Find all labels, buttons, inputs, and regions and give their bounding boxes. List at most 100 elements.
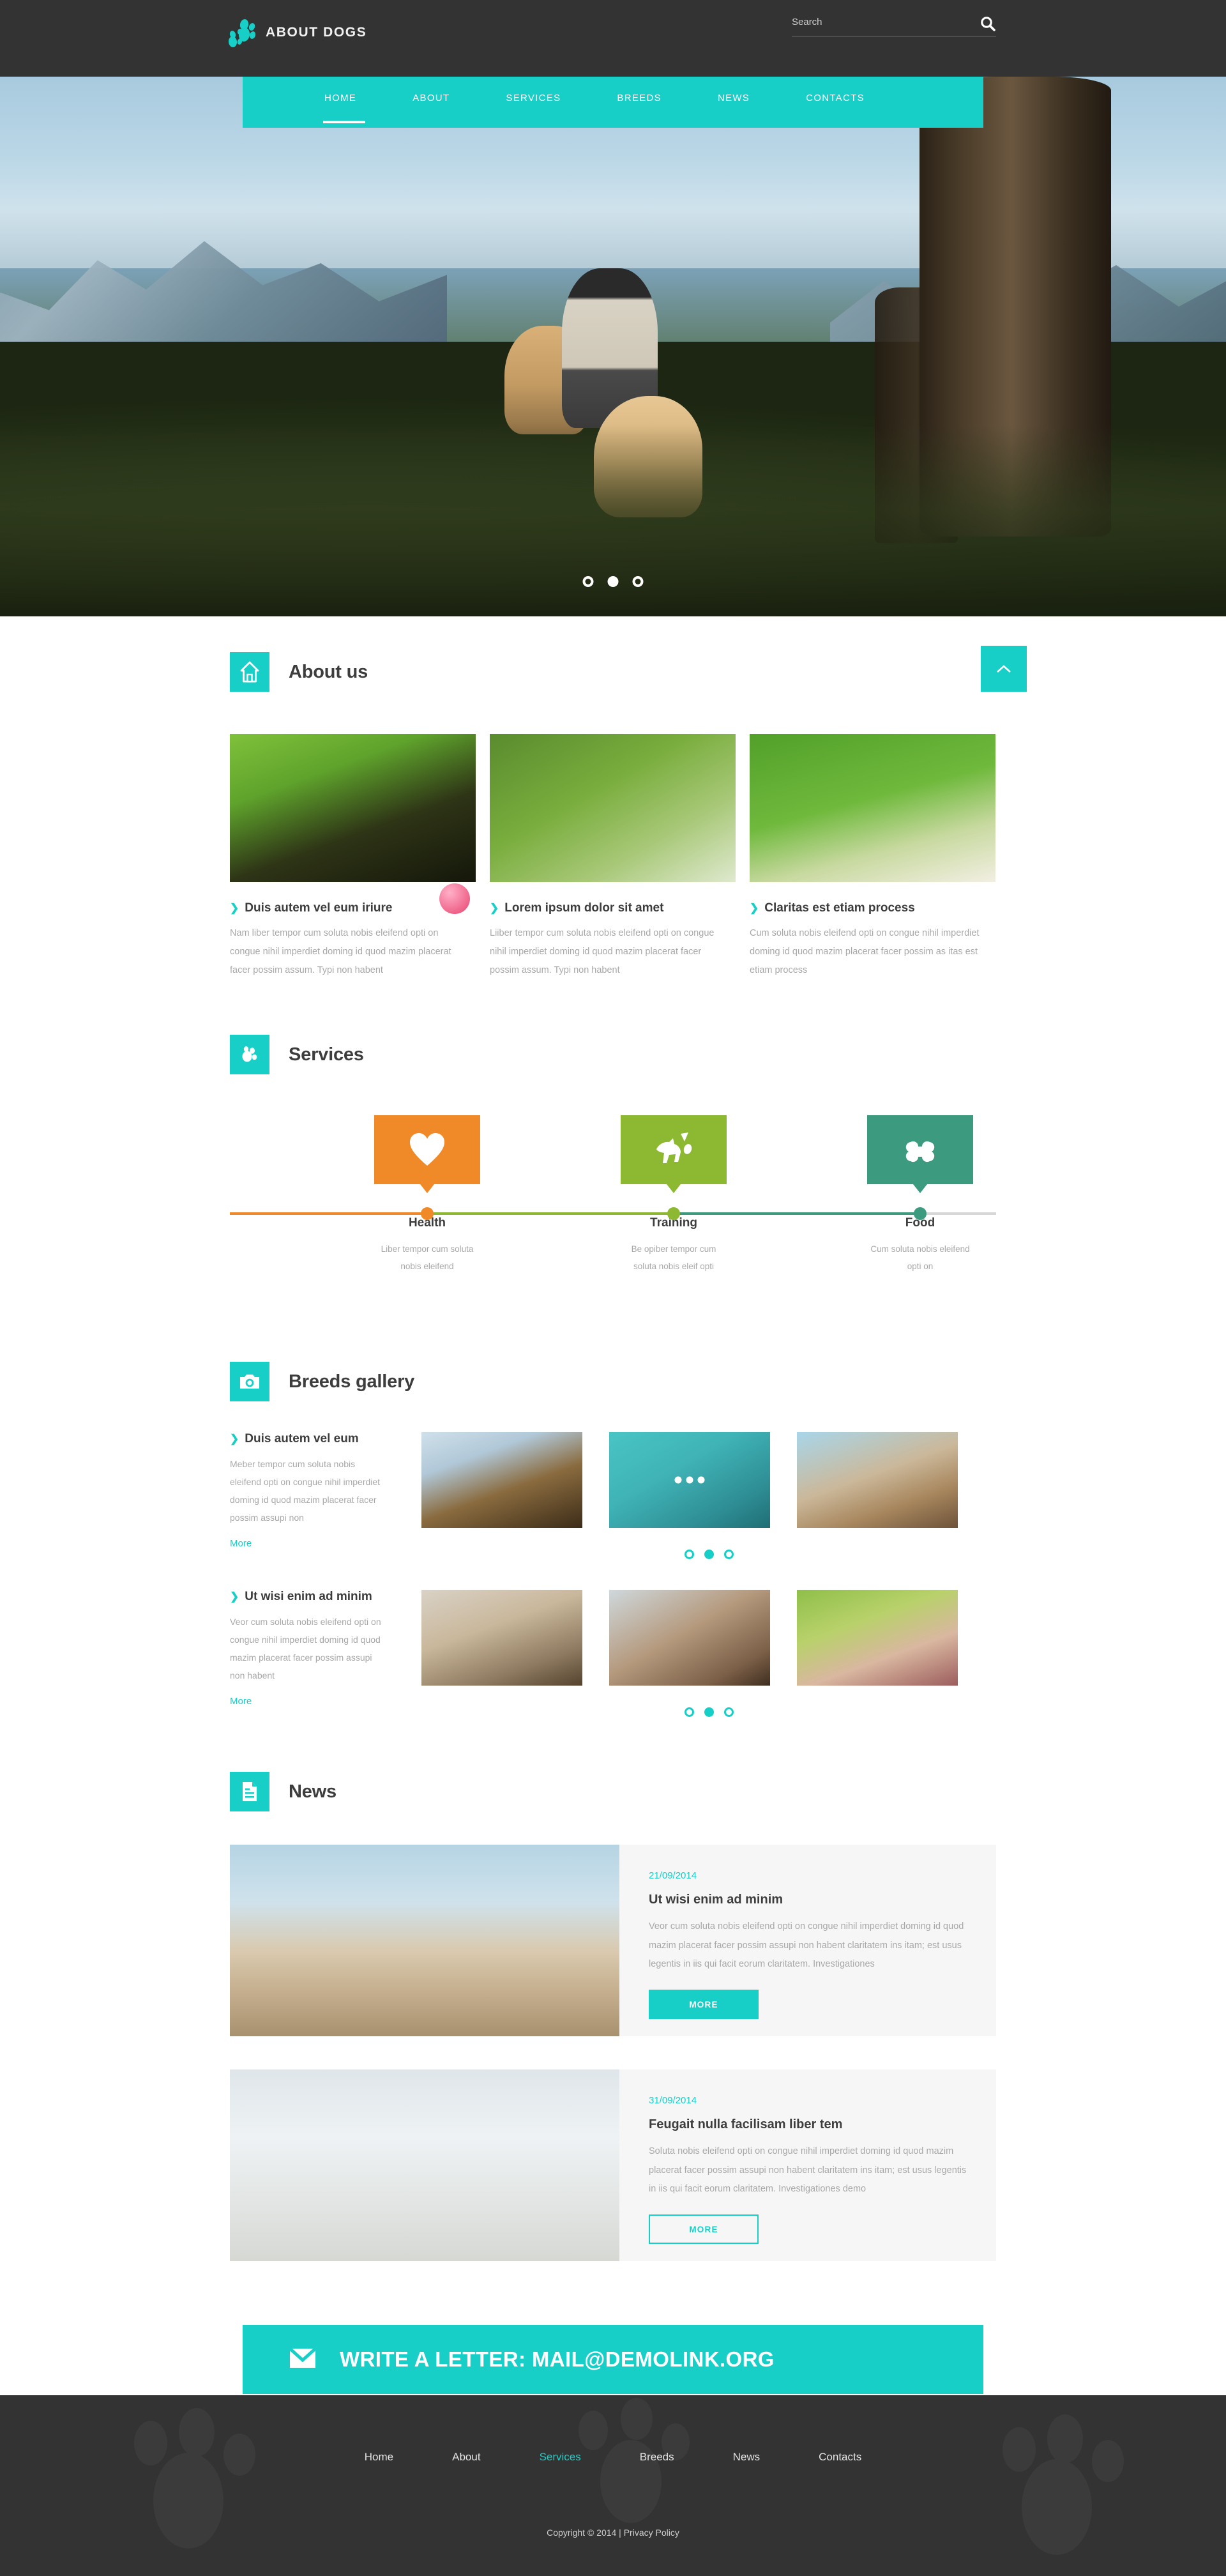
about-title: About us bbox=[289, 661, 368, 682]
document-icon bbox=[230, 1772, 269, 1811]
nav-item-breeds[interactable]: BREEDS bbox=[617, 93, 662, 105]
news-more-button[interactable]: MORE bbox=[649, 1990, 759, 2020]
nav-item-contacts[interactable]: CONTACTS bbox=[806, 93, 865, 105]
site-header: ABOUT DOGS bbox=[0, 0, 1226, 77]
news-title: News bbox=[289, 1781, 337, 1802]
hero-dot-1[interactable] bbox=[582, 576, 594, 587]
search-underline bbox=[792, 36, 996, 37]
about-card-image bbox=[230, 734, 476, 882]
hero-slider bbox=[0, 77, 1226, 616]
news-item: 31/09/2014 Feugait nulla facilisam liber … bbox=[230, 2069, 996, 2261]
nav-item-about[interactable]: ABOUT bbox=[412, 93, 450, 105]
footer-link-contacts[interactable]: Contacts bbox=[819, 2451, 861, 2464]
paw-icon bbox=[230, 1035, 269, 1074]
news-item: 21/09/2014 Ut wisi enim ad minim Veor cum … bbox=[230, 1845, 996, 2036]
about-card-text: Liiber tempor cum soluta nobis eleifend … bbox=[490, 928, 715, 975]
breeds-section: Breeds gallery ❯ Duis autem vel eum Meber … bbox=[230, 1307, 996, 1717]
footer-link-breeds[interactable]: Breeds bbox=[640, 2451, 674, 2464]
hero-dot-3[interactable] bbox=[632, 576, 644, 587]
family-on-beach-with-dog bbox=[230, 1845, 619, 2036]
woman-with-puppy-in-flowers[interactable] bbox=[797, 1590, 958, 1686]
chevron-right-icon: ❯ bbox=[230, 1433, 239, 1445]
write-letter-label: WRITE A LETTER: MAIL@DEMOLINK.ORG bbox=[340, 2347, 775, 2371]
service-dot-1[interactable] bbox=[421, 1207, 434, 1220]
footer-link-about[interactable]: About bbox=[452, 2451, 480, 2464]
gallery-dot-3[interactable] bbox=[723, 1550, 734, 1559]
service-desc: Be opiber tempor cum soluta nobis eleif … bbox=[631, 1244, 716, 1271]
hero-dot-2[interactable] bbox=[607, 576, 619, 587]
footer-link-news[interactable]: News bbox=[733, 2451, 761, 2464]
write-letter-button[interactable]: WRITE A LETTER: MAIL@DEMOLINK.ORG bbox=[243, 2325, 983, 2394]
about-card: ❯ Duis autem vel eum iriure Nam liber temp… bbox=[230, 734, 476, 980]
breeds-heading: ❯ Duis autem vel eum bbox=[230, 1432, 386, 1446]
breeds-title: Breeds gallery bbox=[289, 1371, 415, 1392]
breeds-thumbs bbox=[401, 1432, 996, 1528]
news-item-text: Soluta nobis eleifend opti on congue nih… bbox=[649, 2146, 967, 2195]
service-dot-3[interactable] bbox=[914, 1207, 927, 1220]
bone-icon bbox=[867, 1115, 973, 1184]
search-input[interactable] bbox=[792, 16, 964, 31]
woman-hugging-white-dog[interactable] bbox=[421, 1590, 582, 1686]
service-desc: Liber tempor cum soluta nobis eleifend bbox=[381, 1244, 474, 1271]
couple-with-dog-on-beach[interactable] bbox=[797, 1432, 958, 1528]
breeds-text: Veor cum soluta nobis eleifend opti on c… bbox=[230, 1617, 381, 1680]
footer-link-services[interactable]: Services bbox=[540, 2451, 581, 2464]
service-item-food[interactable] bbox=[867, 1115, 973, 1184]
services-section-header: Services bbox=[230, 1035, 996, 1074]
news-body: 21/09/2014 Ut wisi enim ad minim Veor cum … bbox=[619, 1845, 996, 2036]
envelope-icon bbox=[289, 2347, 317, 2372]
services-timeline: Health Liber tempor cum soluta nobis elei… bbox=[230, 1115, 996, 1307]
breeds-more-link[interactable]: More bbox=[230, 1696, 252, 1707]
home-icon bbox=[230, 652, 269, 692]
about-section: About us ❯ Duis autem vel eum iriure Nam l… bbox=[230, 616, 996, 980]
nav-item-services[interactable]: SERVICES bbox=[506, 93, 561, 105]
about-card-image bbox=[490, 734, 736, 882]
services-track bbox=[230, 1212, 996, 1215]
service-item-training[interactable] bbox=[621, 1115, 727, 1184]
breeds-text: Meber tempor cum soluta nobis eleifend o… bbox=[230, 1459, 381, 1523]
news-more-button[interactable]: MORE bbox=[649, 2214, 759, 2244]
privacy-policy-link[interactable]: Privacy Policy bbox=[624, 2527, 679, 2538]
site-logo[interactable]: ABOUT DOGS bbox=[228, 18, 367, 48]
news-date: 21/09/2014 bbox=[649, 1870, 697, 1881]
copyright-text: Copyright © 2014 | bbox=[547, 2527, 621, 2538]
breeds-more-link[interactable]: More bbox=[230, 1538, 252, 1549]
gallery-dot-2[interactable] bbox=[704, 1707, 714, 1717]
breeds-thumbs bbox=[401, 1590, 996, 1686]
breeds-text-block: ❯ Ut wisi enim ad minim Veor cum soluta no… bbox=[230, 1590, 401, 1707]
search-icon[interactable] bbox=[980, 15, 996, 32]
service-label: Food Cum soluta nobis eleifend opti on bbox=[867, 1216, 973, 1275]
news-body: 31/09/2014 Feugait nulla facilisam liber … bbox=[619, 2069, 996, 2261]
copyright: Copyright © 2014 | Privacy Policy bbox=[230, 2527, 996, 2538]
chevron-right-icon: ❯ bbox=[230, 902, 239, 914]
gallery-dot-1[interactable] bbox=[684, 1707, 694, 1717]
about-card: ❯ Claritas est etiam process Cum soluta no… bbox=[750, 734, 995, 980]
nav-item-home[interactable]: HOME bbox=[322, 93, 366, 123]
breeds-gallery bbox=[401, 1590, 996, 1717]
german-shepherd-portrait[interactable] bbox=[421, 1432, 582, 1528]
camera-icon bbox=[230, 1362, 269, 1401]
hero-foreground-grass bbox=[0, 425, 1226, 616]
gallery-dot-2[interactable] bbox=[704, 1550, 714, 1559]
dog-swimming-in-pool[interactable] bbox=[609, 1432, 770, 1528]
white-dog-in-snow bbox=[230, 2069, 619, 2261]
hero-slider-dots bbox=[582, 576, 644, 587]
main-content: About us ❯ Duis autem vel eum iriure Nam l… bbox=[230, 616, 1027, 2261]
gallery-dot-1[interactable] bbox=[684, 1550, 694, 1559]
search-box bbox=[792, 15, 996, 37]
page-root: ABOUT DOGS HOME ABOUT SERVICES BREEDS NEWS CO… bbox=[0, 0, 1226, 2576]
chevron-right-icon: ❯ bbox=[490, 902, 499, 914]
paw-icon bbox=[228, 18, 257, 48]
about-card: ❯ Lorem ipsum dolor sit amet Liiber tempor… bbox=[490, 734, 736, 980]
services-section: Services Health Liber tempor cum soluta n… bbox=[230, 980, 996, 1307]
gallery-dot-3[interactable] bbox=[723, 1707, 734, 1717]
service-dot-2[interactable] bbox=[667, 1207, 680, 1220]
breeds-heading-text: Ut wisi enim ad minim bbox=[245, 1590, 372, 1603]
breeds-gallery-dots bbox=[401, 1550, 996, 1559]
about-card-heading: ❯ Claritas est etiam process bbox=[750, 901, 995, 915]
breeds-gallery-dots bbox=[401, 1707, 996, 1717]
man-kissing-dog[interactable] bbox=[609, 1590, 770, 1686]
service-item-health[interactable] bbox=[374, 1115, 480, 1184]
nav-item-news[interactable]: NEWS bbox=[718, 93, 750, 105]
footer-link-home[interactable]: Home bbox=[365, 2451, 393, 2464]
